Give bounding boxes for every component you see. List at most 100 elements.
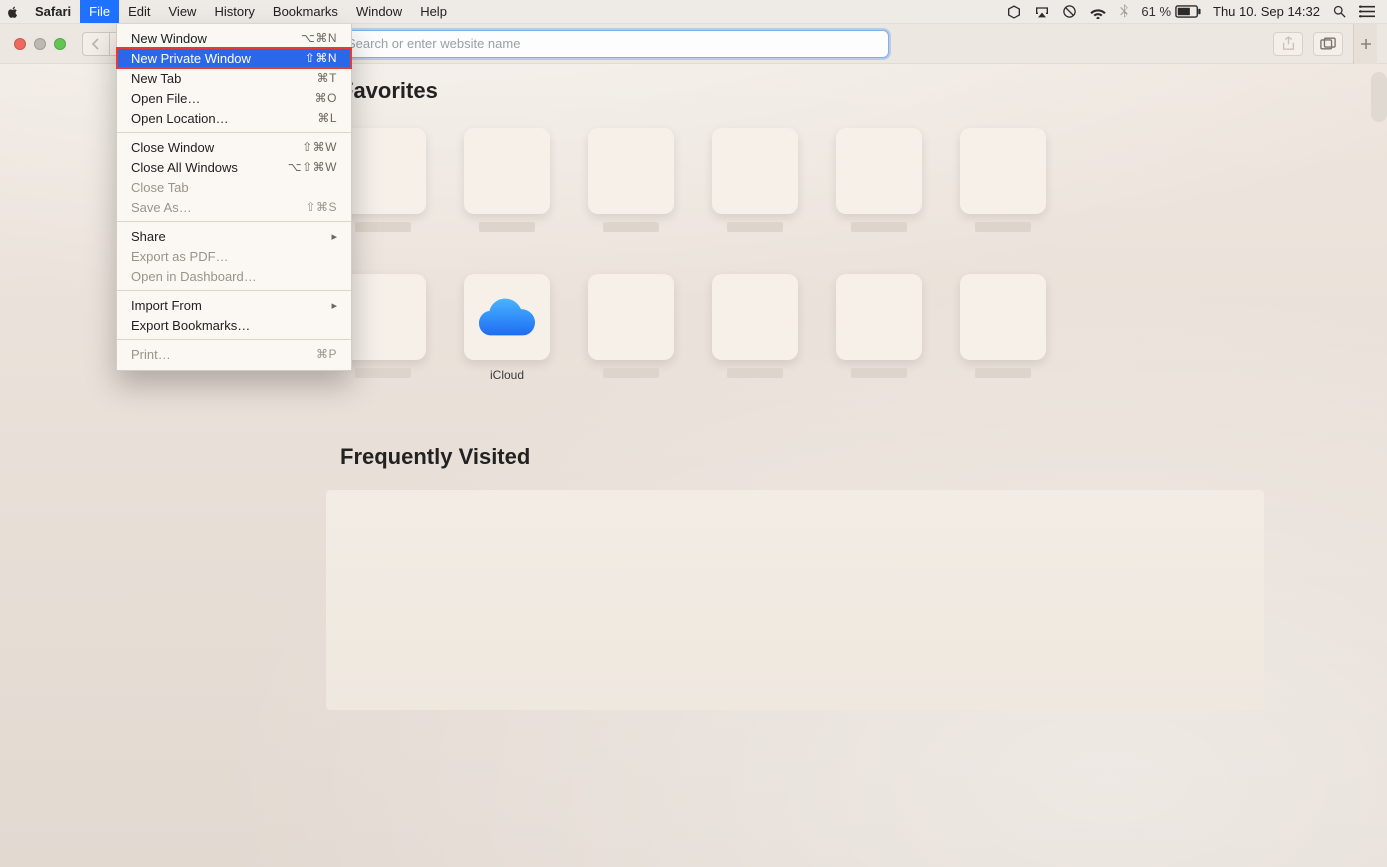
favorite-tile [960, 274, 1046, 360]
menubar-item-edit[interactable]: Edit [119, 0, 159, 23]
favorite-tile [464, 274, 550, 360]
file-menu-open-location[interactable]: Open Location…⌘L [117, 108, 351, 128]
menu-item-label: Export Bookmarks… [131, 318, 250, 333]
frequently-visited-heading: Frequently Visited [340, 444, 1387, 470]
menu-item-shortcut: ⌘P [316, 347, 337, 361]
favorite-item[interactable] [340, 274, 426, 382]
favorite-tile [712, 274, 798, 360]
favorite-item[interactable] [464, 128, 550, 236]
favorites-grid: iCloud [340, 128, 1160, 382]
favorite-tile [960, 128, 1046, 214]
menu-item-label: Close Tab [131, 180, 189, 195]
address-search-field[interactable] [318, 31, 888, 57]
favorite-caption [355, 222, 411, 236]
window-minimize-button[interactable] [34, 38, 46, 50]
notification-center-icon[interactable] [1359, 5, 1375, 18]
tabs-icon [1320, 37, 1336, 50]
file-menu-print: Print…⌘P [117, 344, 351, 364]
favorite-item-icloud[interactable]: iCloud [464, 274, 550, 382]
favorite-tile [340, 128, 426, 214]
battery-status[interactable]: 61 % [1141, 4, 1201, 19]
file-menu-open-in-dashboard: Open in Dashboard… [117, 266, 351, 286]
file-menu-share[interactable]: Share [117, 226, 351, 246]
file-menu-export-bookmarks[interactable]: Export Bookmarks… [117, 315, 351, 335]
spotlight-icon[interactable] [1332, 4, 1347, 19]
window-close-button[interactable] [14, 38, 26, 50]
bluetooth-icon[interactable] [1119, 4, 1129, 19]
file-menu-new-window[interactable]: New Window⌥⌘N [117, 28, 351, 48]
back-button[interactable] [82, 32, 110, 56]
favorite-item[interactable] [836, 128, 922, 236]
menu-item-label: Share [131, 229, 166, 244]
menu-separator [117, 290, 351, 291]
menu-separator [117, 132, 351, 133]
favorite-caption [851, 368, 907, 382]
wifi-icon[interactable] [1089, 5, 1107, 19]
favorite-item[interactable] [588, 128, 674, 236]
show-all-tabs-button[interactable] [1313, 32, 1343, 56]
icloud-icon [479, 298, 535, 336]
favorite-item[interactable] [960, 274, 1046, 382]
address-search-input[interactable] [345, 35, 880, 52]
menubar-app-name[interactable]: Safari [26, 0, 80, 23]
menu-item-shortcut: ⌘T [317, 71, 337, 85]
favorite-item[interactable] [712, 274, 798, 382]
file-menu-new-private-window[interactable]: New Private Window⇧⌘N [117, 48, 351, 68]
file-menu-import-from[interactable]: Import From [117, 295, 351, 315]
favorite-caption [851, 222, 907, 236]
apple-logo-icon [6, 5, 20, 19]
favorite-tile [836, 128, 922, 214]
favorite-caption [355, 368, 411, 382]
favorite-caption [727, 222, 783, 236]
file-menu-save-as: Save As… ⇧⌘S [117, 197, 351, 217]
menu-item-label: Open Location… [131, 111, 229, 126]
menubar-item-file[interactable]: File [80, 0, 119, 23]
menu-item-shortcut: ⇧⌘S [305, 200, 337, 214]
file-menu-close-tab: Close Tab [117, 177, 351, 197]
menubar-item-bookmarks[interactable]: Bookmarks [264, 0, 347, 23]
menubar-clock[interactable]: Thu 10. Sep 14:32 [1213, 4, 1320, 19]
menubar-item-help[interactable]: Help [411, 0, 456, 23]
favorite-tile [712, 128, 798, 214]
share-icon [1282, 36, 1295, 51]
share-button[interactable] [1273, 32, 1303, 56]
favorite-tile [836, 274, 922, 360]
favorite-tile [340, 274, 426, 360]
menu-item-label: Open in Dashboard… [131, 269, 257, 284]
favorite-tile [464, 128, 550, 214]
airplay-icon[interactable] [1034, 5, 1050, 19]
new-tab-button[interactable] [1353, 24, 1377, 64]
favorite-caption [975, 222, 1031, 236]
menu-item-label: Save As… [131, 200, 192, 215]
file-menu-close-all-windows[interactable]: Close All Windows⌥⇧⌘W [117, 157, 351, 177]
menu-item-label: Open File… [131, 91, 200, 106]
frequently-visited-area [326, 490, 1264, 710]
file-menu-open-file[interactable]: Open File… ⌘O [117, 88, 351, 108]
file-menu-close-window[interactable]: Close Window⇧⌘W [117, 137, 351, 157]
menu-item-label: New Private Window [131, 51, 251, 66]
menu-item-label: Import From [131, 298, 202, 313]
menubar-item-history[interactable]: History [205, 0, 263, 23]
system-status-icon-1[interactable] [1006, 4, 1022, 20]
favorite-item[interactable] [340, 128, 426, 236]
file-menu-dropdown: New Window⌥⌘NNew Private Window⇧⌘NNew Ta… [116, 24, 352, 371]
menu-item-shortcut: ⌘O [315, 91, 337, 105]
menu-item-label: New Tab [131, 71, 181, 86]
window-zoom-button[interactable] [54, 38, 66, 50]
menu-item-label: Export as PDF… [131, 249, 229, 264]
scrollbar-thumb[interactable] [1371, 72, 1387, 122]
favorite-item[interactable] [588, 274, 674, 382]
favorite-item[interactable] [836, 274, 922, 382]
macos-menubar: Safari FileEditViewHistoryBookmarksWindo… [0, 0, 1387, 24]
do-not-disturb-icon[interactable] [1062, 4, 1077, 19]
favorite-caption [603, 368, 659, 382]
favorite-item[interactable] [712, 128, 798, 236]
favorite-item[interactable] [960, 128, 1046, 236]
file-menu-new-tab[interactable]: New Tab ⌘T [117, 68, 351, 88]
battery-percent-label: 61 % [1141, 4, 1171, 19]
favorites-heading: Favorites [340, 78, 1387, 104]
menu-separator [117, 339, 351, 340]
menubar-item-window[interactable]: Window [347, 0, 411, 23]
menubar-item-view[interactable]: View [160, 0, 206, 23]
apple-menu[interactable] [0, 5, 26, 19]
